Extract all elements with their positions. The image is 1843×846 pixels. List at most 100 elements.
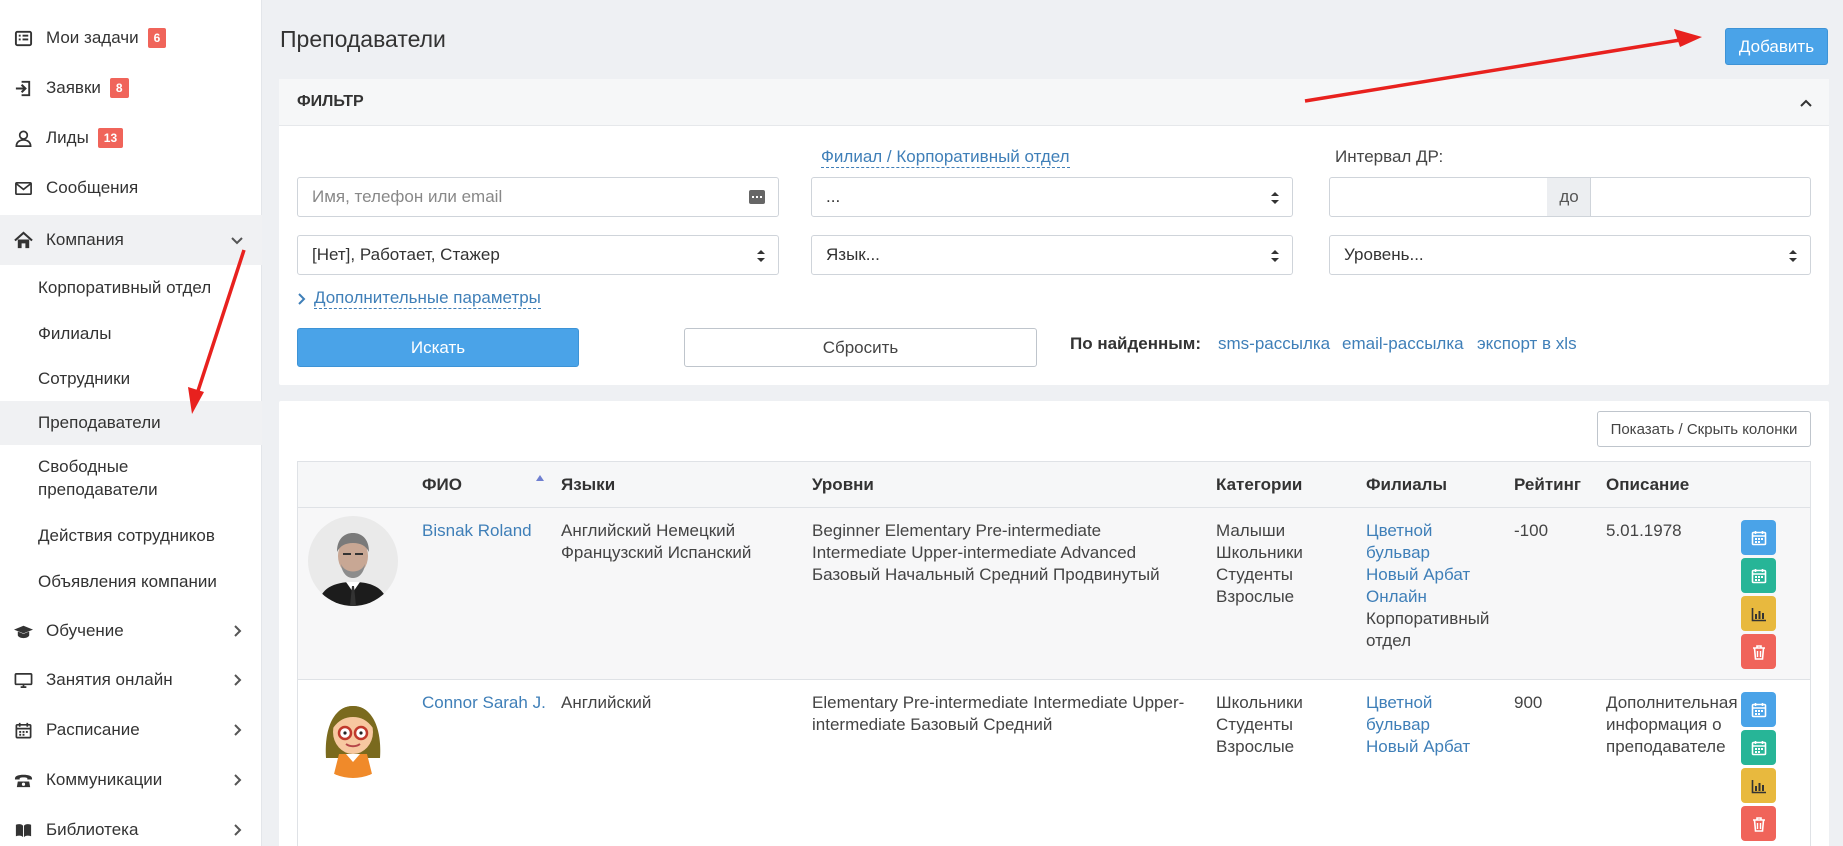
nav-item-label: Коммуникации bbox=[46, 770, 163, 789]
branch-select[interactable]: ... bbox=[811, 177, 1293, 217]
category-line: Школьники bbox=[1216, 543, 1303, 562]
nav-item-communications[interactable]: Коммуникации bbox=[0, 756, 262, 804]
branch-link[interactable]: бульвар bbox=[1366, 714, 1470, 736]
status-select[interactable]: [Нет], Работает, Стажер bbox=[297, 235, 779, 275]
language-select[interactable]: Язык... bbox=[811, 235, 1293, 275]
add-teacher-button[interactable]: Добавить bbox=[1725, 28, 1828, 65]
filter-header[interactable]: ФИЛЬТР bbox=[279, 79, 1829, 126]
search-button[interactable]: Искать bbox=[297, 328, 579, 367]
branch-link[interactable]: Цветной bbox=[1366, 692, 1470, 714]
nav-item-label: Лиды bbox=[46, 128, 89, 147]
sidebar-item-employees[interactable]: Сотрудники bbox=[0, 357, 262, 401]
language-select-value: Язык... bbox=[826, 245, 880, 264]
sidebar-item-branches[interactable]: Филиалы bbox=[0, 311, 262, 357]
description-line: 5.01.1978 bbox=[1606, 521, 1682, 540]
reset-button[interactable]: Сбросить bbox=[684, 328, 1037, 367]
nav-item-label: Мои задачи bbox=[46, 28, 139, 47]
level-line: Beginner Elementary Pre-intermediate bbox=[812, 521, 1102, 540]
sidebar-item-free-teachers[interactable]: Свободные преподаватели bbox=[0, 453, 200, 503]
category-line: Школьники bbox=[1216, 693, 1303, 712]
table-header: ФИО Языки Уровни Категории Филиалы Рейти… bbox=[298, 462, 1810, 508]
chevron-up-icon[interactable] bbox=[1799, 96, 1813, 110]
nav-item-schedule[interactable]: Расписание bbox=[0, 706, 262, 754]
language-line: Английский bbox=[561, 693, 652, 712]
birthday-to-addon: до bbox=[1547, 177, 1591, 217]
branch-link[interactable]: Новый Арбат bbox=[1366, 736, 1470, 758]
chevron-right-icon bbox=[234, 774, 242, 786]
sms-mailing-link[interactable]: sms-рассылка bbox=[1218, 334, 1330, 354]
book-icon bbox=[12, 819, 34, 841]
teacher-name-link[interactable]: Bisnak Roland bbox=[422, 520, 532, 542]
level-line: Базовый Начальный Средний Продвинутый bbox=[812, 565, 1160, 584]
branch-link[interactable]: Новый Арбат bbox=[1366, 564, 1489, 586]
level-select-value: Уровень... bbox=[1344, 245, 1424, 264]
status-select-value: [Нет], Работает, Стажер bbox=[312, 245, 500, 264]
teacher-rating: 900 bbox=[1514, 693, 1543, 712]
level-line: intermediate Базовый Средний bbox=[812, 715, 1053, 734]
request-count-badge: 8 bbox=[109, 78, 129, 98]
email-mailing-link[interactable]: email-рассылка bbox=[1342, 334, 1464, 354]
schedule-button[interactable] bbox=[1741, 692, 1776, 727]
teacher-description: Дополнительная информация о преподавател… bbox=[1606, 692, 1738, 758]
arrow-head-icon bbox=[1674, 29, 1702, 47]
sidebar-item-corporate-dept[interactable]: Корпоративный отдел bbox=[0, 265, 262, 311]
nav-item-library[interactable]: Библиотека bbox=[0, 806, 262, 846]
teacher-levels: Elementary Pre-intermediate Intermediate… bbox=[812, 692, 1184, 736]
column-header-languages: Языки bbox=[561, 475, 616, 494]
category-line: Студенты bbox=[1216, 565, 1293, 584]
nav-item-label: Компания bbox=[46, 230, 124, 249]
branch-link[interactable]: бульвар bbox=[1366, 542, 1489, 564]
nav-item-education[interactable]: Обучение bbox=[0, 607, 262, 655]
nav-item-online-classes[interactable]: Занятия онлайн bbox=[0, 656, 262, 704]
teachers-table: ФИО Языки Уровни Категории Филиалы Рейти… bbox=[297, 461, 1811, 846]
schedule-button[interactable] bbox=[1741, 520, 1776, 555]
more-params-toggle[interactable]: Дополнительные параметры bbox=[297, 288, 541, 309]
stats-button[interactable] bbox=[1741, 768, 1776, 803]
teacher-categories: Школьники Студенты Взрослые bbox=[1216, 692, 1303, 758]
birthday-to-input[interactable] bbox=[1590, 177, 1811, 217]
nav-item-leads[interactable]: Лиды 13 bbox=[0, 115, 262, 161]
nav-item-company[interactable]: Компания bbox=[0, 215, 262, 265]
toggle-columns-button[interactable]: Показать / Скрыть колонки bbox=[1597, 411, 1811, 447]
search-input[interactable]: Имя, телефон или email bbox=[297, 177, 779, 217]
monitor-icon bbox=[12, 669, 34, 691]
delete-button[interactable] bbox=[1741, 634, 1776, 669]
sidebar-item-company-announcements[interactable]: Объявления компании bbox=[0, 559, 262, 605]
column-header-levels: Уровни bbox=[812, 475, 874, 494]
avatar bbox=[308, 516, 398, 606]
nav-item-requests[interactable]: Заявки 8 bbox=[0, 65, 262, 111]
nav-item-label: Расписание bbox=[46, 720, 140, 739]
birthday-interval-label: Интервал ДР: bbox=[1335, 147, 1444, 166]
column-header-branches: Филиалы bbox=[1366, 475, 1447, 494]
level-select[interactable]: Уровень... bbox=[1329, 235, 1811, 275]
teacher-levels: Beginner Elementary Pre-intermediate Int… bbox=[812, 520, 1160, 586]
nav-item-my-tasks[interactable]: Мои задачи 6 bbox=[0, 15, 262, 61]
bar-chart-icon bbox=[1751, 779, 1766, 793]
chevron-right-icon bbox=[234, 674, 242, 686]
nav-item-label: Библиотека bbox=[46, 820, 139, 839]
lessons-button[interactable] bbox=[1741, 730, 1776, 765]
branch-link[interactable]: Цветной bbox=[1366, 520, 1489, 542]
level-line: Intermediate Upper-intermediate Advanced bbox=[812, 543, 1137, 562]
chevron-right-icon bbox=[234, 824, 242, 836]
phone-icon bbox=[12, 769, 34, 791]
sort-asc-icon[interactable] bbox=[535, 474, 545, 482]
teacher-categories: Малыши Школьники Студенты Взрослые bbox=[1216, 520, 1303, 608]
teacher-name-link[interactable]: Connor Sarah J. bbox=[422, 692, 546, 714]
lessons-button[interactable] bbox=[1741, 558, 1776, 593]
chevron-right-icon bbox=[234, 625, 242, 637]
column-header-name[interactable]: ФИО bbox=[422, 475, 462, 495]
table-row: Connor Sarah J. Английский Elementary Pr… bbox=[298, 680, 1810, 846]
nav-item-label: Обучение bbox=[46, 621, 124, 640]
export-xls-link[interactable]: экспорт в xls bbox=[1477, 334, 1577, 354]
delete-button[interactable] bbox=[1741, 806, 1776, 841]
branch-link[interactable]: Онлайн bbox=[1366, 586, 1489, 608]
sidebar-item-employee-actions[interactable]: Действия сотрудников bbox=[0, 513, 262, 559]
filter-title: ФИЛЬТР bbox=[297, 93, 364, 110]
nav-item-messages[interactable]: Сообщения bbox=[0, 165, 262, 211]
birthday-from-input[interactable] bbox=[1329, 177, 1548, 217]
trash-icon bbox=[1752, 644, 1765, 660]
branch-filter-label[interactable]: Филиал / Корпоративный отдел bbox=[821, 147, 1070, 168]
stats-button[interactable] bbox=[1741, 596, 1776, 631]
sidebar-item-teachers[interactable]: Преподаватели bbox=[0, 401, 262, 445]
